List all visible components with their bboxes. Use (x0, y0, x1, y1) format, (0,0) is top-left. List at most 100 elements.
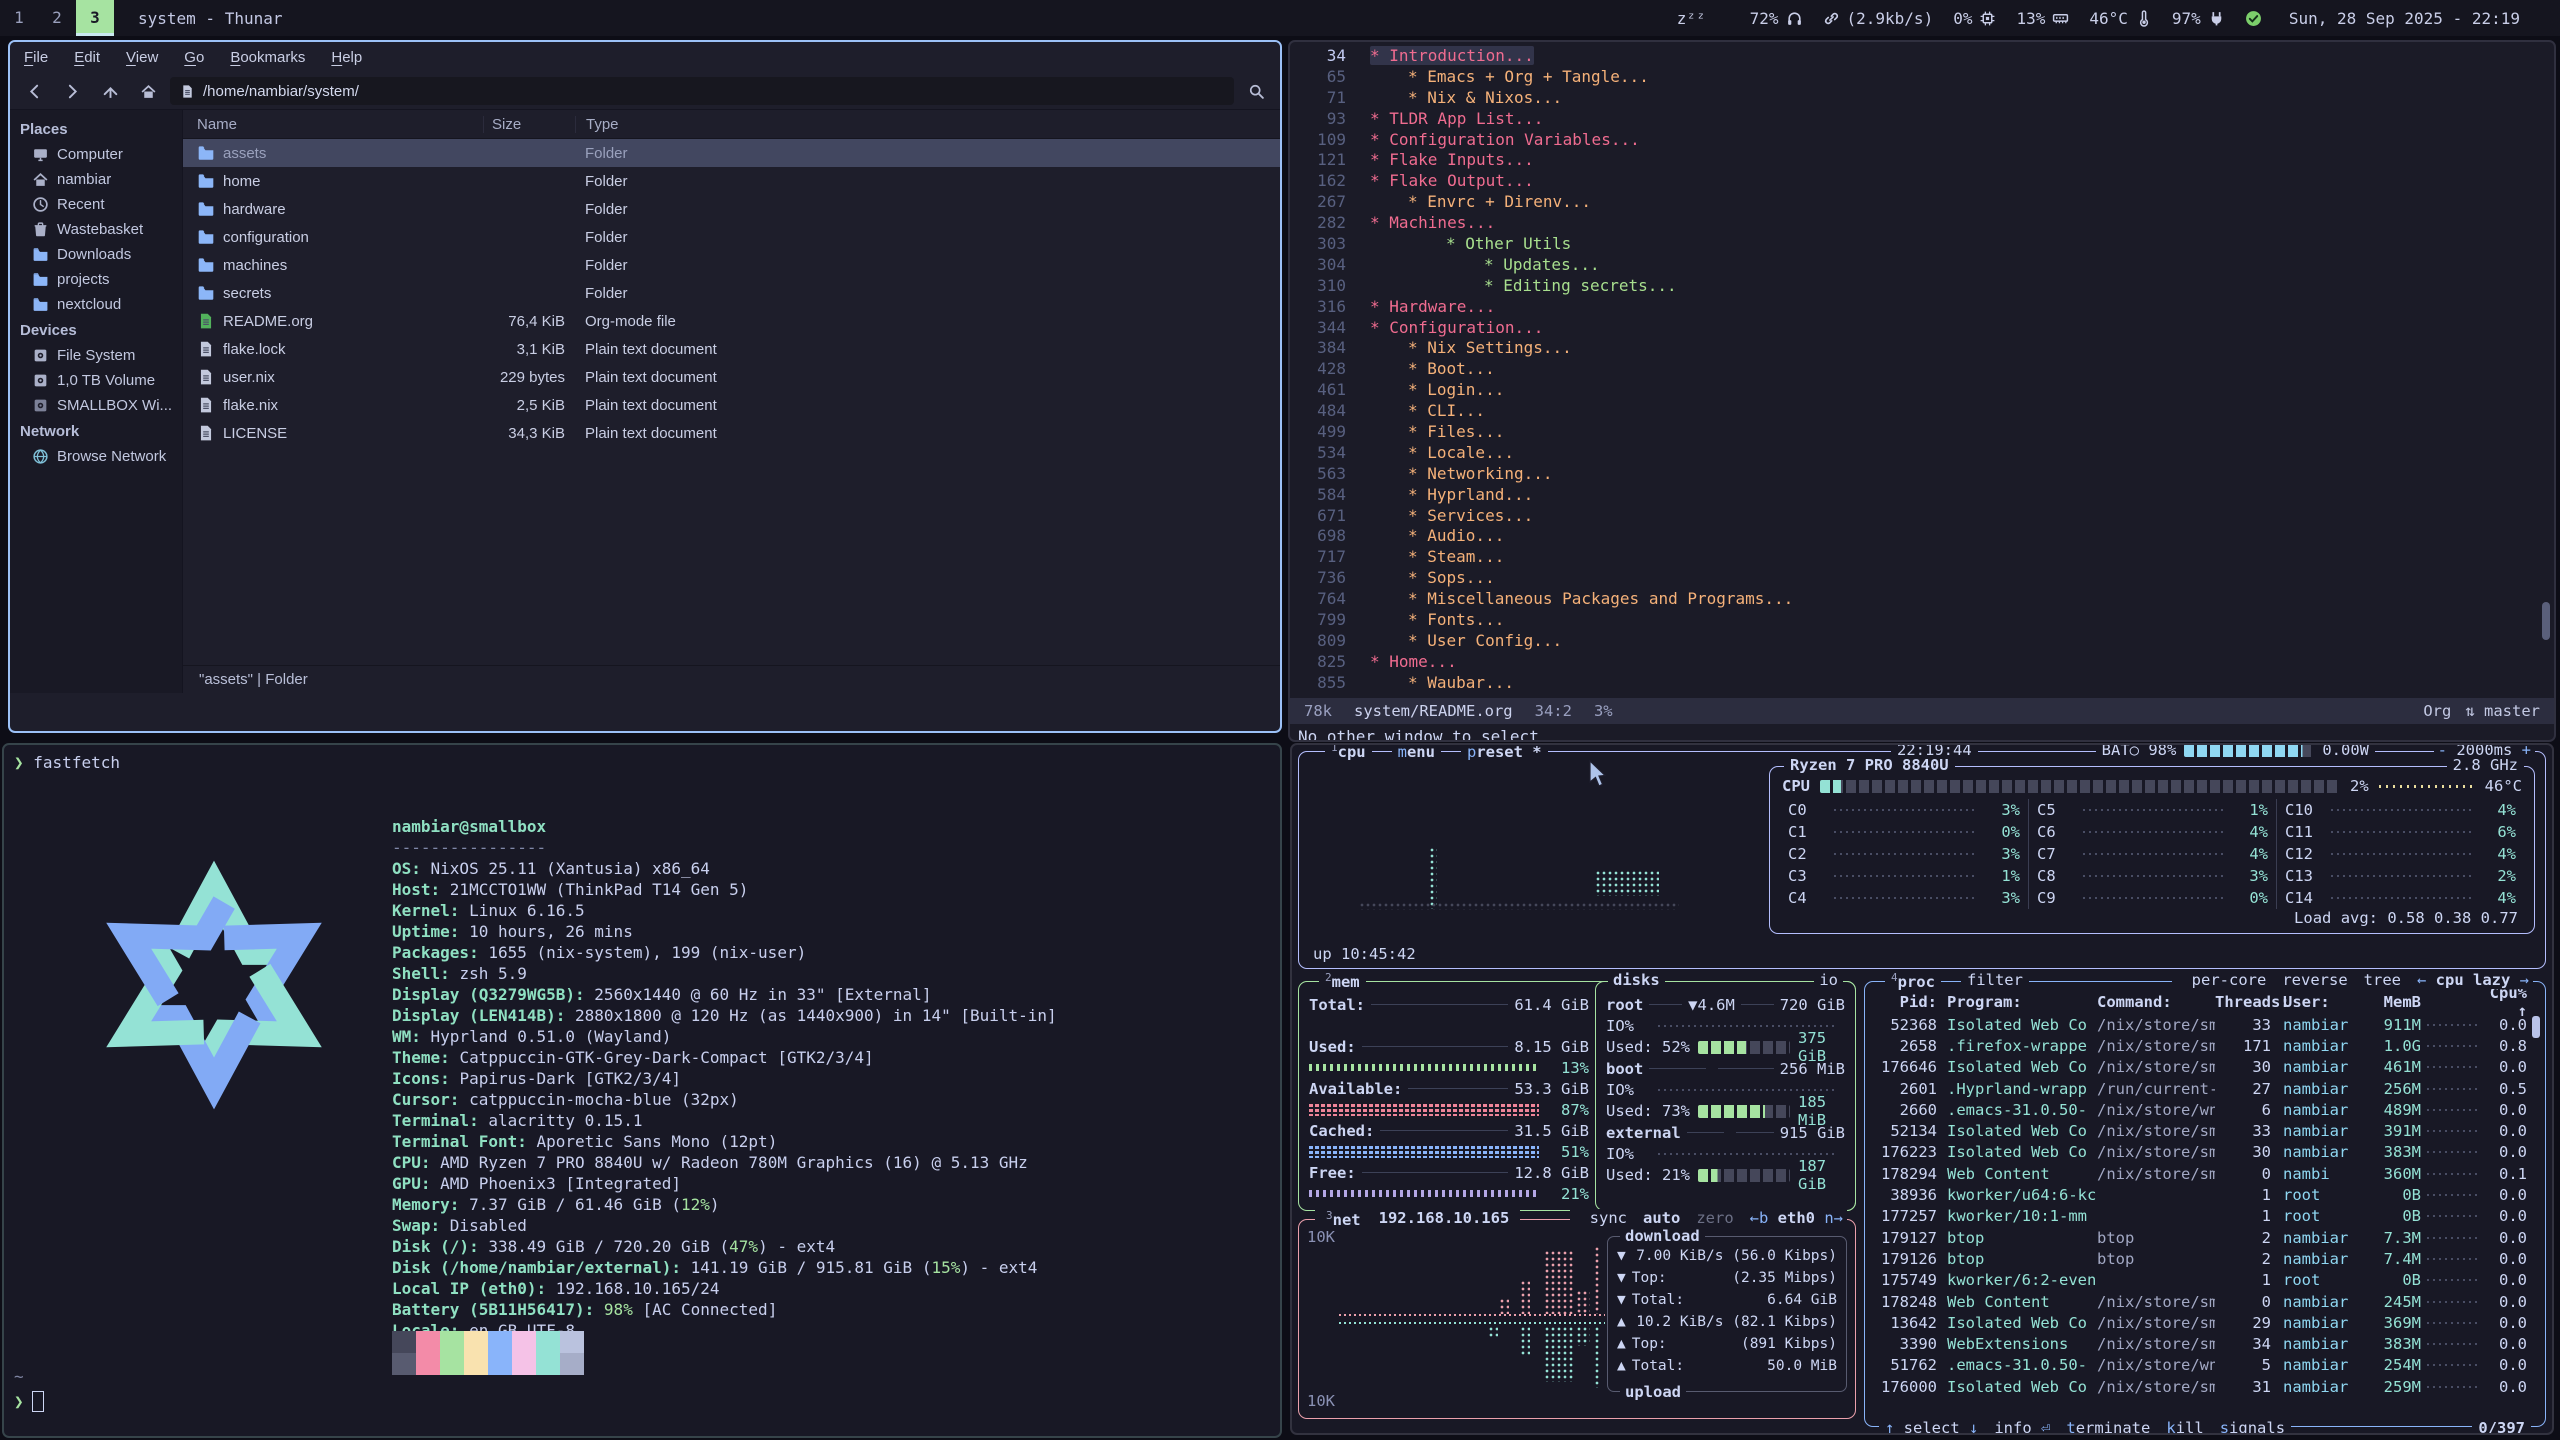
col-threads[interactable]: Threads: (2215, 993, 2271, 1011)
col-cpu[interactable]: Cpu% ↑ (2487, 984, 2527, 1020)
column-header-name[interactable]: Name (183, 116, 483, 133)
org-heading-line[interactable]: 304 * Updates... (1290, 255, 2554, 276)
process-row[interactable]: 178248 Web Content /nix/store/sm8fmrf3wp… (1865, 1291, 2545, 1312)
file-row[interactable]: user.nix 229 bytes Plain text document (183, 363, 1280, 391)
file-row[interactable]: README.org 76,4 KiB Org-mode file (183, 307, 1280, 335)
org-heading-line[interactable]: 484 * CLI... (1290, 401, 2554, 422)
process-row[interactable]: 179126 btop btop 2 nambiar 7.4M 0.0 (1865, 1248, 2545, 1269)
process-row[interactable]: 2601 .Hyprland-wrapp /run/current-system… (1865, 1078, 2545, 1099)
process-row[interactable]: 52134 Isolated Web Co /nix/store/sm8fmrf… (1865, 1120, 2545, 1141)
menu-item[interactable]: Bookmarks (230, 49, 305, 66)
org-heading-line[interactable]: 584 * Hyprland... (1290, 485, 2554, 506)
shell-prompt-active[interactable]: ❯ (14, 1391, 44, 1412)
sidebar-item[interactable]: Computer (10, 142, 182, 167)
process-row[interactable]: 2660 .emacs-31.0.50- /nix/store/wnqz5pa8… (1865, 1099, 2545, 1120)
org-heading-line[interactable]: 162 * Flake Output... (1290, 171, 2554, 192)
process-row[interactable]: 2658 .firefox-wrappe /nix/store/sm8fmrf3… (1865, 1035, 2545, 1056)
proc-footer-buttons[interactable]: ↑ select ↓info ⏎terminatekillsignals (1879, 1419, 2291, 1435)
org-heading-line[interactable]: 809 * User Config... (1290, 631, 2554, 652)
file-row[interactable]: hardware Folder (183, 195, 1280, 223)
sidebar-device-item[interactable]: 1,0 TB Volume (10, 368, 182, 393)
menu-item[interactable]: File (24, 49, 48, 66)
org-heading-line[interactable]: 717 * Steam... (1290, 547, 2554, 568)
file-row[interactable]: secrets Folder (183, 279, 1280, 307)
file-row[interactable]: assets Folder (183, 139, 1280, 167)
sidebar-item[interactable]: Wastebasket (10, 217, 182, 242)
column-header-size[interactable]: Size (483, 116, 575, 133)
org-heading-line[interactable]: 428 * Boot... (1290, 359, 2554, 380)
sidebar-device-item[interactable]: File System (10, 343, 182, 368)
proc-tab[interactable]: 4proc (1885, 971, 1941, 991)
process-row[interactable]: 3390 WebExtensions /nix/store/sm8fmrf3wp… (1865, 1333, 2545, 1354)
terminal-window[interactable]: ❯ fastfetch nambiar@smallbox------------… (2, 743, 1282, 1438)
sidebar-item[interactable]: Recent (10, 192, 182, 217)
col-mem[interactable]: MemB (2367, 993, 2421, 1011)
path-bar[interactable]: /home/nambiar/system/ (170, 77, 1234, 105)
box-tab[interactable]: menu (1392, 743, 1441, 761)
filter-button[interactable]: filter (1961, 971, 2029, 991)
file-row[interactable]: machines Folder (183, 251, 1280, 279)
proc-options[interactable]: per-corereversetree← cpu lazy → (2172, 971, 2533, 989)
org-heading-line[interactable]: 71 * Nix & Nixos... (1290, 88, 2554, 109)
workspace-button[interactable]: 1 (0, 0, 38, 36)
org-heading-line[interactable]: 698 * Audio... (1290, 526, 2554, 547)
org-heading-line[interactable]: 499 * Files... (1290, 422, 2554, 443)
process-row[interactable]: 176000 Isolated Web Co /nix/store/sm8fmr… (1865, 1376, 2545, 1397)
process-row[interactable]: 179127 btop btop 2 nambiar 7.3M 0.0 (1865, 1227, 2545, 1248)
org-heading-line[interactable]: 303 * Other Utils (1290, 234, 2554, 255)
process-row[interactable]: 176646 Isolated Web Co /nix/store/sm8fmr… (1865, 1057, 2545, 1078)
process-row[interactable]: 13642 Isolated Web Co /nix/store/sm8fmrf… (1865, 1312, 2545, 1333)
process-row[interactable]: 38936 kworker/u64:6-kc 1 root 0B 0.0 (1865, 1184, 2545, 1205)
proc-scrollbar-thumb[interactable] (2532, 1016, 2540, 1038)
org-heading-line[interactable]: 109 * Configuration Variables... (1290, 130, 2554, 151)
process-row[interactable]: 178294 Web Content /nix/store/sm8fmrf3wp… (1865, 1163, 2545, 1184)
box-tab[interactable]: preset * (1461, 743, 1548, 761)
workspace-button[interactable]: 3 (76, 0, 114, 36)
back-button[interactable] (18, 77, 50, 105)
sidebar-item[interactable]: projects (10, 267, 182, 292)
org-heading-line[interactable]: 121 * Flake Inputs... (1290, 150, 2554, 171)
org-heading-line[interactable]: 267 * Envrc + Direnv... (1290, 192, 2554, 213)
disks-io-toggle[interactable]: io (1814, 971, 1843, 989)
process-row[interactable]: 51762 .emacs-31.0.50- /nix/store/wnqz5pa… (1865, 1355, 2545, 1376)
org-heading-line[interactable]: 799 * Fonts... (1290, 610, 2554, 631)
org-heading-line[interactable]: 93 * TLDR App List... (1290, 109, 2554, 130)
file-row[interactable]: flake.lock 3,1 KiB Plain text document (183, 335, 1280, 363)
col-user[interactable]: User: (2271, 993, 2367, 1011)
org-heading-line[interactable]: 344 * Configuration... (1290, 318, 2554, 339)
org-heading-line[interactable]: 825 * Home... (1290, 652, 2554, 673)
search-button[interactable] (1240, 77, 1272, 105)
col-pid[interactable]: Pid: (1875, 993, 1937, 1011)
sidebar-item[interactable]: Downloads (10, 242, 182, 267)
col-program[interactable]: Program: (1937, 993, 2097, 1011)
org-heading-line[interactable]: 310 * Editing secrets... (1290, 276, 2554, 297)
scrollbar-thumb[interactable] (2542, 602, 2550, 640)
org-heading-line[interactable]: 282 * Machines... (1290, 213, 2554, 234)
org-heading-line[interactable]: 563 * Networking... (1290, 464, 2554, 485)
menu-item[interactable]: View (126, 49, 158, 66)
menu-item[interactable]: Help (331, 49, 362, 66)
sidebar-item[interactable]: nambiar (10, 167, 182, 192)
process-row[interactable]: 175749 kworker/6:2-even 1 root 0B 0.0 (1865, 1270, 2545, 1291)
sidebar-network-item[interactable]: Browse Network (10, 444, 182, 469)
sidebar-item[interactable]: nextcloud (10, 292, 182, 317)
up-button[interactable] (94, 77, 126, 105)
org-heading-line[interactable]: 534 * Locale... (1290, 443, 2554, 464)
org-heading-line[interactable]: 855 * Waubar... (1290, 673, 2554, 694)
process-row[interactable]: 177257 kworker/10:1-mm 1 root 0B 0.0 (1865, 1206, 2545, 1227)
org-heading-line[interactable]: 384 * Nix Settings... (1290, 338, 2554, 359)
box-tab[interactable]: 1cpu (1325, 743, 1372, 761)
net-options[interactable]: syncautozero←b eth0 n→ (1570, 1209, 1847, 1227)
menu-item[interactable]: Go (184, 49, 204, 66)
org-heading-line[interactable]: 736 * Sops... (1290, 568, 2554, 589)
workspace-button[interactable]: 2 (38, 0, 76, 36)
forward-button[interactable] (56, 77, 88, 105)
file-row[interactable]: home Folder (183, 167, 1280, 195)
process-row[interactable]: 176223 Isolated Web Co /nix/store/sm8fmr… (1865, 1142, 2545, 1163)
menu-item[interactable]: Edit (74, 49, 100, 66)
sidebar-device-item[interactable]: SMALLBOX Wi... (10, 393, 182, 418)
process-row[interactable]: 52368 Isolated Web Co /nix/store/sm8fmrf… (1865, 1014, 2545, 1035)
org-heading-line[interactable]: 316 * Hardware... (1290, 297, 2554, 318)
org-heading-line[interactable]: 764 * Miscellaneous Packages and Program… (1290, 589, 2554, 610)
org-heading-line[interactable]: 34 * Introduction... (1290, 46, 2554, 67)
